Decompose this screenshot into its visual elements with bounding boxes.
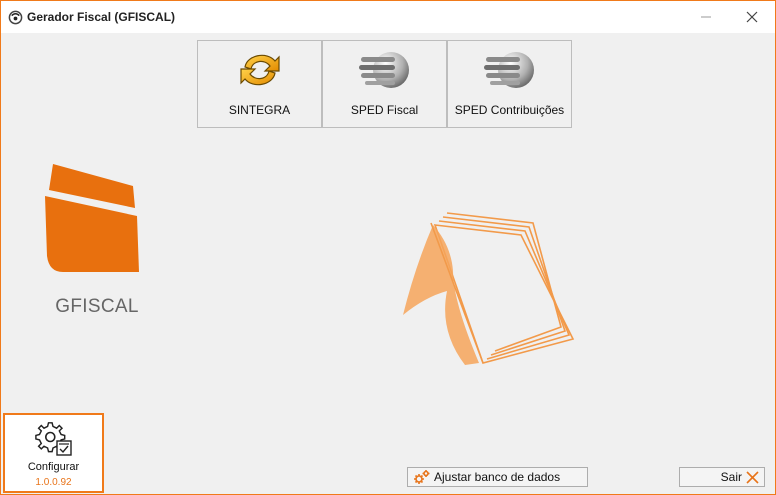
app-logo-icon xyxy=(8,10,23,25)
sped-stack-icon xyxy=(358,52,409,88)
sped-contribuicoes-label: SPED Contribuições xyxy=(454,103,565,117)
gear-settings-icon xyxy=(34,422,72,456)
close-x-icon xyxy=(746,470,759,484)
minimize-button[interactable] xyxy=(683,1,729,33)
gfiscal-logo-icon xyxy=(45,164,139,272)
documents-illustration-icon xyxy=(403,212,575,365)
sped-fiscal-label: SPED Fiscal xyxy=(350,103,419,117)
configurar-button[interactable]: Configurar 1.0.0.92 xyxy=(3,413,104,493)
sped-stack-icon xyxy=(483,52,534,88)
app-window: Gerador Fiscal (GFISCAL) SINTEGRA SPED F… xyxy=(0,0,776,495)
close-icon xyxy=(746,11,758,23)
sintegra-refresh-icon xyxy=(239,54,280,86)
configurar-label: Configurar xyxy=(27,461,80,473)
sped-fiscal-button[interactable]: SPED Fiscal xyxy=(322,40,447,128)
gears-icon xyxy=(414,470,430,484)
sintegra-button[interactable]: SINTEGRA xyxy=(197,40,322,128)
close-button[interactable] xyxy=(729,1,775,33)
window-title: Gerador Fiscal (GFISCAL) xyxy=(27,10,176,24)
main-area: SINTEGRA SPED Fiscal SPED Contribuições … xyxy=(1,33,775,494)
minimize-icon xyxy=(701,16,711,18)
ajustar-banco-label: Ajustar banco de dados xyxy=(434,470,561,484)
brand-name: GFISCAL xyxy=(55,296,139,317)
sair-button[interactable]: Sair xyxy=(679,467,765,487)
ajustar-banco-button[interactable]: Ajustar banco de dados xyxy=(407,467,588,487)
sped-contribuicoes-button[interactable]: SPED Contribuições xyxy=(447,40,572,128)
sair-label: Sair xyxy=(720,470,742,484)
sintegra-label: SINTEGRA xyxy=(228,103,291,117)
title-bar[interactable]: Gerador Fiscal (GFISCAL) xyxy=(1,1,775,33)
version-label: 1.0.0.92 xyxy=(35,477,72,488)
